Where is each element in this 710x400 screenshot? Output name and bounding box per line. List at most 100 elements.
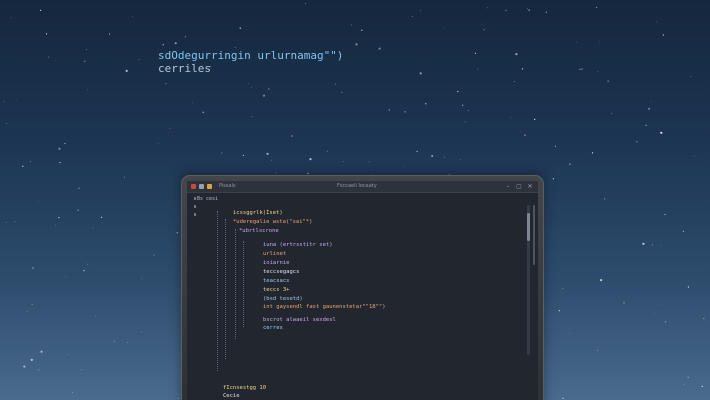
star (662, 34, 664, 36)
code-line[interactable]: *uderegalie wsta("sai"*) (233, 218, 312, 226)
star (611, 113, 612, 115)
star (26, 310, 28, 312)
laptop: Pissals Fsccaeli locaaty – ▢ ✕ Bs cesi i… (181, 175, 544, 400)
star (162, 44, 164, 46)
star (648, 107, 651, 110)
star (562, 397, 564, 399)
star (23, 365, 26, 368)
star (510, 117, 512, 118)
indent-guide (225, 219, 227, 359)
star (271, 159, 272, 161)
star (192, 102, 194, 104)
star (95, 316, 97, 317)
star (84, 60, 86, 62)
star (521, 68, 524, 70)
code-line[interactable]: urlinet (263, 250, 286, 258)
code-line[interactable]: icssggrlk(Iset) (233, 209, 283, 217)
code-line[interactable]: iuna (ertrsstitr set) (263, 241, 333, 249)
star (248, 83, 250, 85)
star (100, 216, 103, 218)
star (682, 230, 685, 232)
star (3, 101, 5, 103)
star (528, 9, 530, 11)
minimize-button[interactable]: – (504, 183, 512, 190)
minimap-scrollbar[interactable] (533, 205, 535, 265)
code-editor-window: Pissals Fsccaeli locaaty – ▢ ✕ Bs cesi i… (187, 181, 538, 400)
star (251, 116, 253, 117)
star (87, 89, 88, 91)
file-icon (199, 184, 204, 189)
star (651, 244, 654, 246)
star (694, 156, 695, 157)
star (40, 350, 43, 353)
star (468, 110, 469, 112)
star (687, 286, 690, 288)
code-line[interactable]: teccs 3+ (263, 286, 290, 294)
gutter-marker (194, 205, 196, 208)
star (242, 154, 244, 156)
gutter-marker (194, 197, 196, 200)
star (343, 161, 345, 162)
star (419, 72, 422, 75)
star (58, 147, 61, 150)
app-icon (191, 184, 196, 189)
code-line[interactable]: int gaysendl fast gaunenstetar""18"") (263, 303, 386, 311)
floating-code-text: sdOdegurringin urlurnamag"") cerriles (158, 49, 343, 75)
star (483, 29, 485, 31)
star (309, 158, 312, 161)
star (40, 9, 42, 11)
star (444, 156, 446, 158)
scrollbar-thumb[interactable] (527, 213, 530, 241)
vertical-scrollbar[interactable] (527, 205, 530, 355)
star (569, 333, 571, 334)
star (597, 71, 599, 73)
star (72, 391, 73, 393)
star (524, 134, 526, 136)
star (184, 36, 186, 38)
star (569, 163, 571, 165)
menu-label[interactable]: Pissals (219, 183, 236, 190)
star (425, 103, 427, 105)
code-line[interactable]: teccsegagcs (263, 268, 299, 276)
folder-icon (207, 184, 212, 189)
code-line[interactable]: *ubrtlscrone (239, 227, 279, 235)
star (403, 165, 405, 167)
star (132, 16, 133, 18)
close-button[interactable]: ✕ (526, 183, 534, 190)
star (642, 242, 645, 245)
star (664, 321, 666, 323)
star (388, 109, 390, 111)
star (656, 21, 657, 23)
star (599, 41, 600, 43)
star (78, 187, 80, 189)
star (5, 222, 7, 223)
maximize-button[interactable]: ▢ (515, 183, 523, 190)
star (169, 127, 171, 129)
code-line[interactable]: ioiarnie (263, 259, 290, 267)
code-line[interactable]: (bsd tesetd) (263, 295, 303, 303)
star (291, 135, 293, 137)
star (690, 76, 692, 77)
star (687, 376, 689, 378)
star (262, 94, 266, 97)
floating-code-line-2: cerriles (158, 62, 211, 75)
star (552, 178, 554, 180)
star (47, 56, 50, 58)
code-line[interactable]: fIcnsestgg 10 (223, 384, 266, 392)
star (596, 6, 598, 8)
star (534, 118, 536, 120)
floating-code-line-1: sdOdegurringin urlurnamag"") (158, 49, 344, 62)
star (125, 69, 128, 72)
star (350, 24, 352, 26)
breadcrumb[interactable]: Bs cesi (197, 196, 218, 203)
star (660, 245, 662, 247)
star (239, 27, 241, 29)
code-line[interactable]: bscrot alwaeil sexdesl (263, 316, 336, 324)
star (596, 350, 598, 351)
code-line[interactable]: Cecie (223, 392, 240, 400)
code-line[interactable]: cerres (263, 324, 283, 332)
code-line[interactable]: teacsacs (263, 277, 290, 285)
indent-guide (217, 211, 219, 371)
star (158, 143, 159, 145)
star (481, 23, 483, 25)
